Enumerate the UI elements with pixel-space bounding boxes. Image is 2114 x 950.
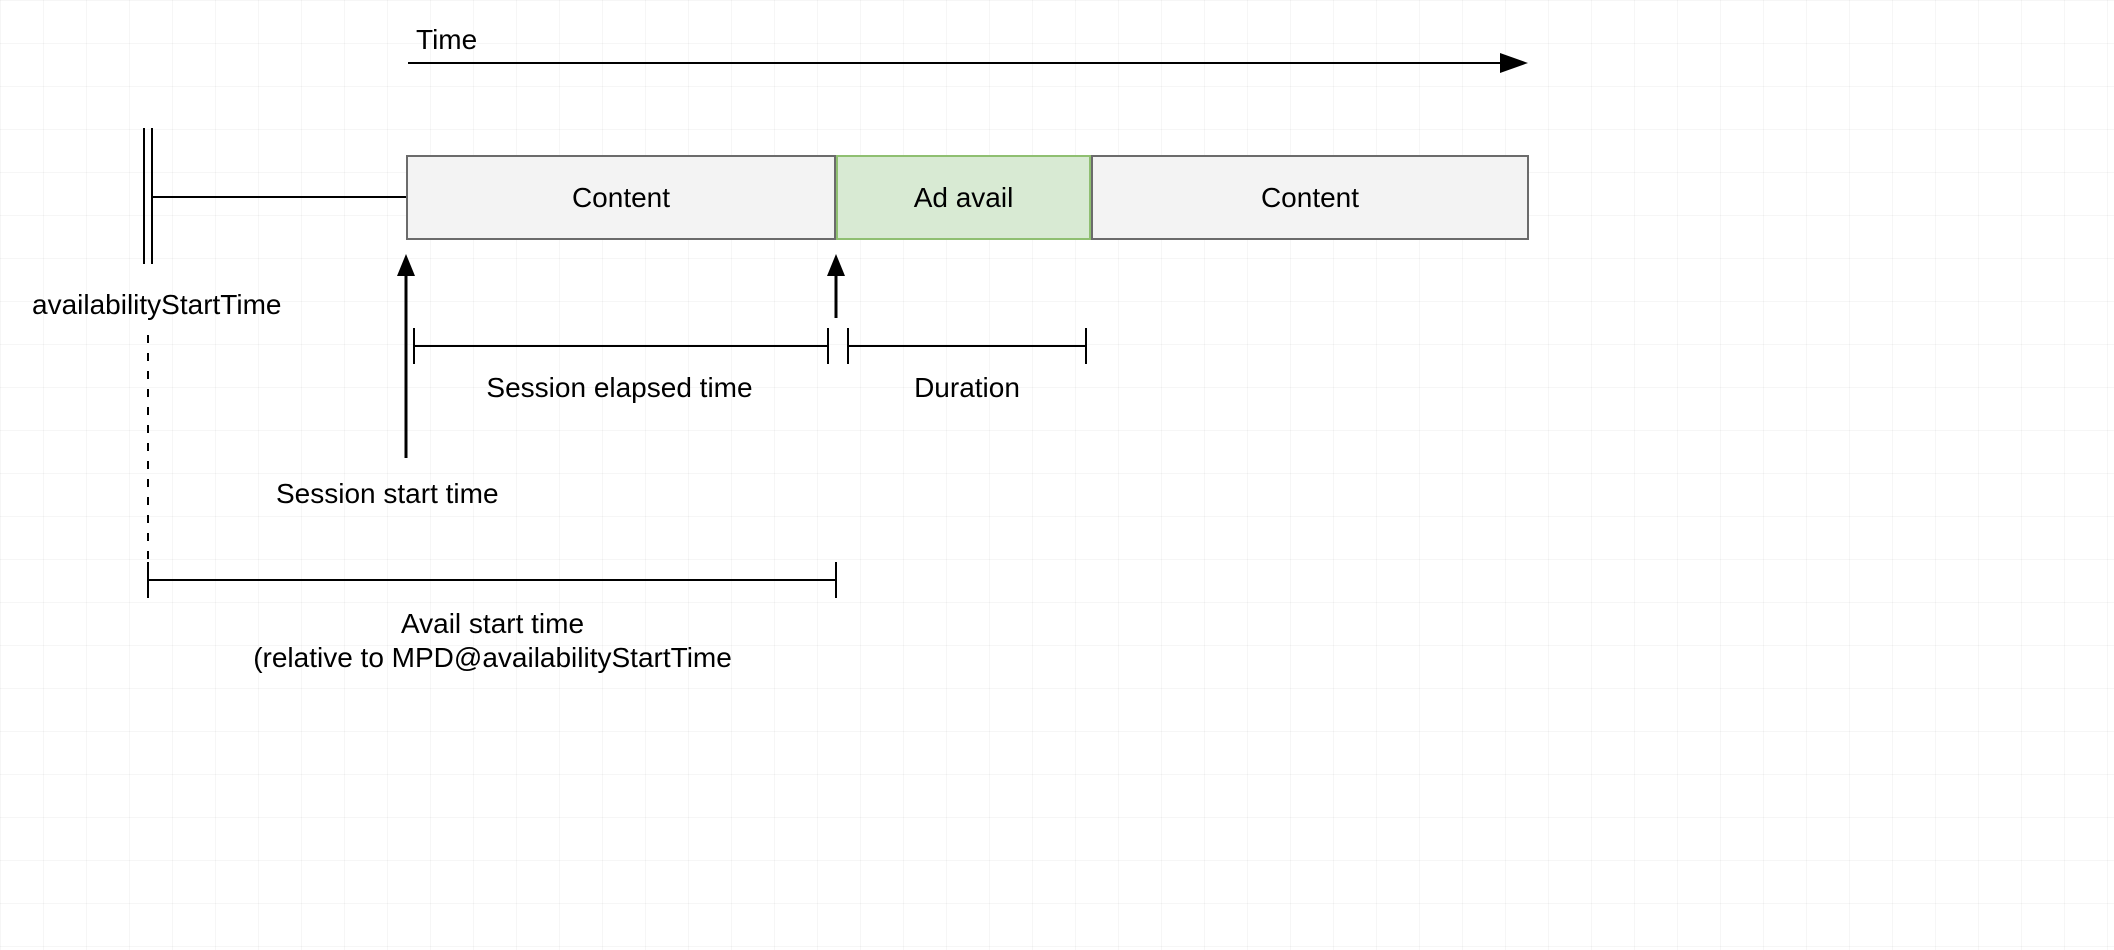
grid-background: [0, 0, 2114, 950]
content-block-1-label: Content: [572, 182, 670, 214]
content-block-1: Content: [406, 155, 836, 240]
avail-start-time-label-line1: Avail start time: [150, 608, 835, 640]
avail-start-time-label-line2: (relative to MPD@availabilityStartTime: [150, 642, 835, 674]
content-block-2-label: Content: [1261, 182, 1359, 214]
content-block-2: Content: [1091, 155, 1529, 240]
diagram-canvas: Time Content Ad avail Content availabili…: [0, 0, 2114, 950]
duration-label: Duration: [848, 372, 1086, 404]
session-elapsed-time-label: Session elapsed time: [410, 372, 829, 404]
ad-avail-block-label: Ad avail: [914, 182, 1014, 214]
time-axis-label: Time: [416, 24, 477, 56]
session-start-time-label: Session start time: [276, 478, 499, 510]
ad-avail-block: Ad avail: [836, 155, 1091, 240]
availability-start-time-label: availabilityStartTime: [32, 289, 281, 321]
